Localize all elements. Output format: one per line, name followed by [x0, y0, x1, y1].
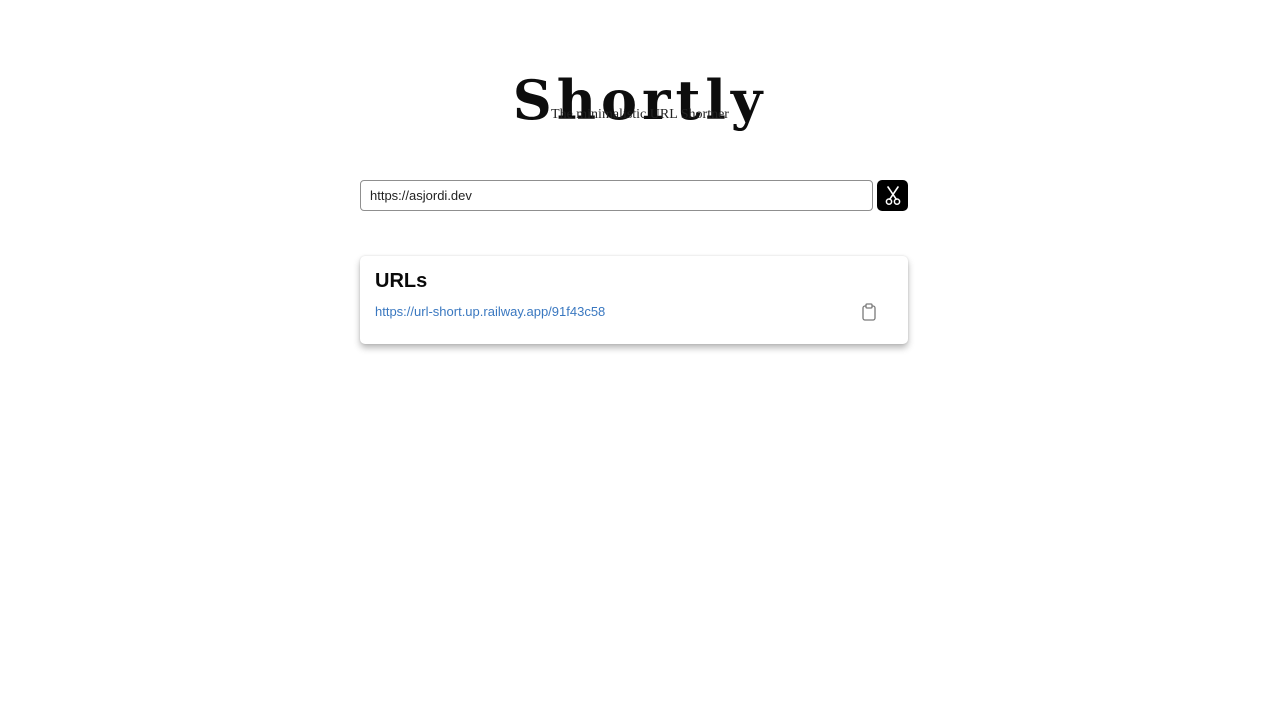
urls-heading: URLs: [375, 270, 428, 292]
urls-card: URLs https://url-short.up.railway.app/91…: [360, 256, 908, 344]
scissors-icon: [885, 185, 900, 205]
url-input[interactable]: [360, 180, 873, 211]
shorten-button[interactable]: [877, 180, 908, 211]
clipboard-icon: [862, 303, 876, 321]
copy-button[interactable]: [860, 302, 878, 322]
short-url-link[interactable]: https://url-short.up.railway.app/91f43c5…: [375, 304, 605, 320]
app-subtitle: The minimalistic URL Shortner: [551, 107, 729, 122]
shorten-form: [360, 180, 908, 211]
